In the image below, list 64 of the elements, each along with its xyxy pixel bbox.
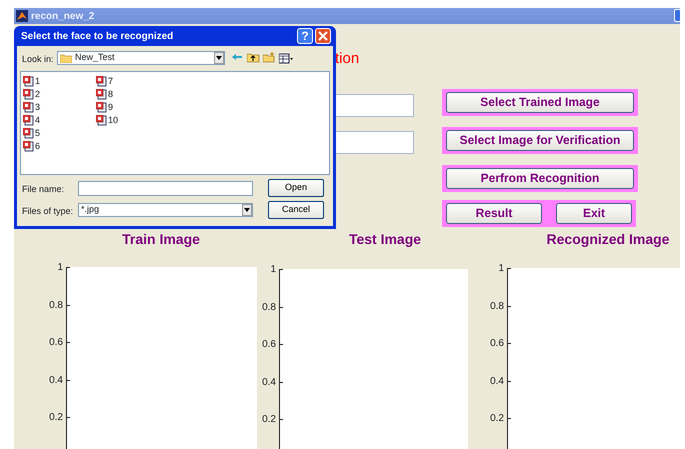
- tick-label: 0.2: [49, 413, 63, 423]
- tick-label: 0.4: [262, 378, 276, 388]
- file-item[interactable]: 8: [96, 88, 169, 101]
- view-menu-icon[interactable]: [279, 52, 293, 64]
- cancel-button[interactable]: Cancel: [268, 201, 324, 219]
- file-item[interactable]: 3: [23, 101, 96, 114]
- heading-text: tion: [335, 49, 360, 69]
- file-item[interactable]: 9: [96, 101, 169, 114]
- file-item[interactable]: 4: [23, 114, 96, 127]
- file-name-field[interactable]: [78, 181, 253, 196]
- tick-label: 0.4: [490, 376, 504, 386]
- file-item[interactable]: 7: [96, 75, 169, 88]
- tick-label: 1: [498, 264, 504, 274]
- look-in-dropdown[interactable]: New_Test: [57, 51, 225, 65]
- axes-title: Recognized Image: [546, 230, 670, 249]
- field-label: File name:: [22, 183, 64, 196]
- text-field[interactable]: [334, 131, 414, 154]
- up-folder-icon[interactable]: [247, 52, 261, 64]
- window-title: recon_new_2: [31, 10, 94, 24]
- open-button[interactable]: Open: [268, 179, 324, 197]
- push-button[interactable]: Exit: [556, 203, 632, 224]
- image-file-icon: [23, 76, 34, 87]
- file-item[interactable]: 6: [23, 140, 96, 153]
- tick-label: 0.8: [490, 302, 504, 312]
- tick-label: 0.2: [490, 414, 504, 424]
- file-item[interactable]: 2: [23, 88, 96, 101]
- axes-title: Train Image: [122, 230, 200, 249]
- image-file-icon: [23, 102, 34, 113]
- close-button[interactable]: [315, 28, 331, 44]
- tick-label: 0.2: [262, 415, 276, 425]
- folder-icon: [60, 54, 72, 62]
- image-file-icon: [23, 141, 34, 152]
- tick-label: 0.8: [262, 302, 276, 312]
- image-file-icon: [96, 102, 107, 113]
- field-label: Files of type:: [22, 205, 74, 218]
- image-file-icon: [23, 128, 34, 139]
- tick-label: 0.6: [49, 338, 63, 348]
- caret-icon[interactable]: [216, 56, 222, 60]
- image-file-icon: [23, 115, 34, 126]
- push-button[interactable]: Select Image for Verification: [446, 130, 634, 151]
- field-label: Look in:: [22, 53, 54, 66]
- file-item[interactable]: 10: [96, 114, 169, 127]
- tick-label: 0.4: [49, 376, 63, 386]
- push-button[interactable]: Result: [446, 203, 542, 224]
- image-file-icon: [96, 89, 107, 100]
- file-item[interactable]: 1: [23, 75, 96, 88]
- tick-label: 0.6: [262, 340, 276, 350]
- image-file-icon: [23, 89, 34, 100]
- file-type-dropdown[interactable]: *.jpg: [78, 203, 253, 217]
- tick-label: 1: [270, 265, 276, 275]
- image-file-icon: [96, 76, 107, 87]
- caret-icon[interactable]: [244, 208, 250, 212]
- app-logo-icon: [16, 10, 28, 22]
- push-button[interactable]: Select Trained Image: [446, 92, 634, 113]
- tick-label: 0.8: [49, 300, 63, 310]
- push-button[interactable]: Perfrom Recognition: [446, 168, 634, 189]
- axes-title: Test Image: [348, 230, 422, 249]
- tick-label: 1: [57, 263, 63, 273]
- tick-label: 0.6: [490, 339, 504, 349]
- file-item[interactable]: 5: [23, 127, 96, 140]
- text-field[interactable]: [334, 94, 414, 117]
- dialog-title: Select the face to be recognized: [21, 30, 174, 44]
- image-file-icon: [96, 115, 107, 126]
- help-button[interactable]: ?: [297, 28, 313, 44]
